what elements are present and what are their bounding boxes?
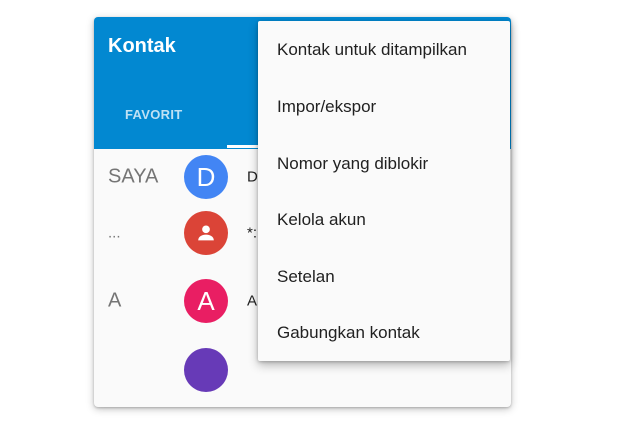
section-header: A <box>108 289 122 312</box>
contact-name: D <box>247 168 258 186</box>
menu-item-contacts-to-display[interactable]: Kontak untuk ditampilkan <box>258 21 510 78</box>
menu-item-settings[interactable]: Setelan <box>258 248 510 305</box>
tab-favorites[interactable]: FAVORIT <box>125 107 182 122</box>
avatar: A <box>184 279 228 323</box>
avatar <box>184 211 228 255</box>
contact-name: *: <box>247 224 258 242</box>
menu-item-merge-contacts[interactable]: Gabungkan kontak <box>258 304 510 361</box>
menu-item-manage-accounts[interactable]: Kelola akun <box>258 191 510 248</box>
menu-item-blocked-numbers[interactable]: Nomor yang diblokir <box>258 135 510 192</box>
avatar <box>184 348 228 392</box>
contact-name: A <box>247 292 258 310</box>
section-header: ... <box>108 224 121 242</box>
overflow-menu: Kontak untuk ditampilkan Impor/ekspor No… <box>258 21 510 361</box>
section-header: SAYA <box>108 165 159 188</box>
menu-item-import-export[interactable]: Impor/ekspor <box>258 78 510 135</box>
person-icon <box>198 225 214 241</box>
avatar: D <box>184 155 228 199</box>
app-title: Kontak <box>108 35 176 57</box>
